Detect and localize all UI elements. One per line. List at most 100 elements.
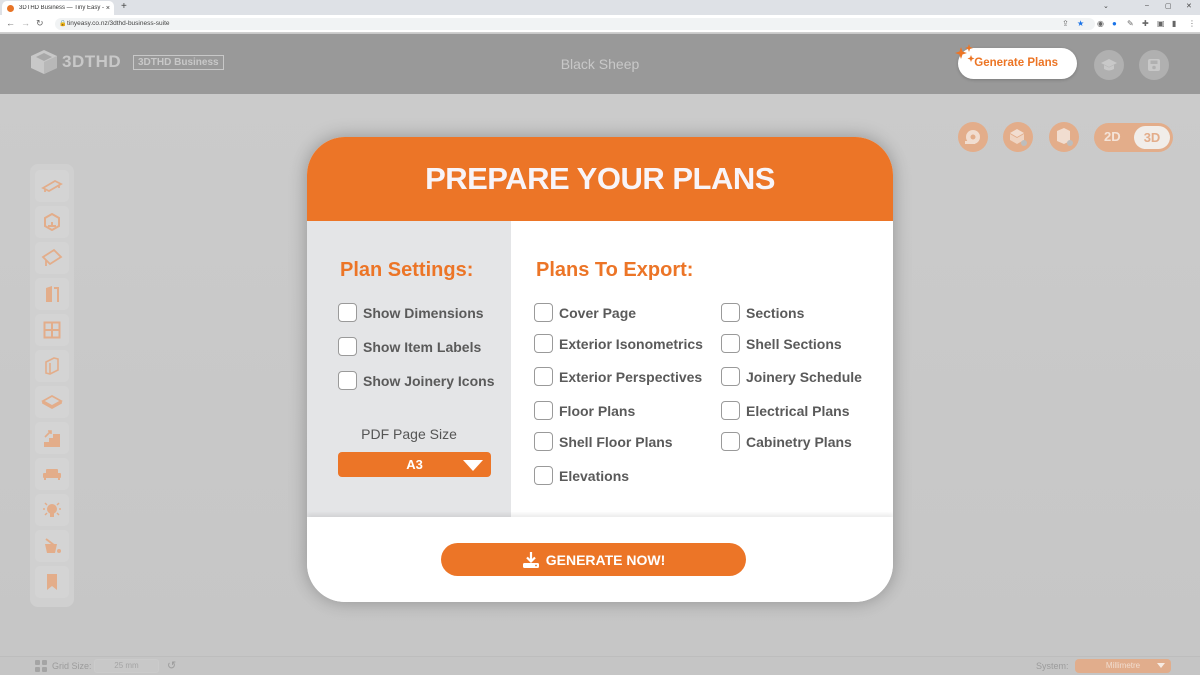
- new-tab-button[interactable]: +: [121, 1, 127, 12]
- checkbox[interactable]: [534, 367, 553, 386]
- graduation-cap-icon: [1101, 59, 1117, 71]
- checkbox[interactable]: [338, 337, 357, 356]
- cube-icon: [44, 213, 60, 231]
- checkbox[interactable]: [534, 334, 553, 353]
- sidebar-item-floor-platform[interactable]: [35, 170, 69, 202]
- grid-size-label: Grid Size:: [52, 661, 92, 671]
- room-view-icon: [1010, 129, 1027, 146]
- browser-menu-icon[interactable]: ⋮: [1188, 19, 1196, 28]
- option-show-joinery-icons[interactable]: Show Joinery Icons: [338, 371, 494, 390]
- save-icon: [1148, 59, 1160, 71]
- stairs-icon: [44, 430, 60, 447]
- profile-icon[interactable]: ▮: [1172, 19, 1176, 28]
- checkbox[interactable]: [534, 432, 553, 451]
- paint-bucket-icon: [45, 538, 61, 553]
- door-icon: [46, 286, 59, 302]
- checkbox[interactable]: [721, 401, 740, 420]
- sidebar-item-window[interactable]: [35, 314, 69, 346]
- close-window-button[interactable]: ✕: [1186, 2, 1192, 10]
- sparkle-icon: [955, 44, 975, 62]
- export-sections[interactable]: Sections: [721, 303, 804, 322]
- sidebar-item-floor-layer[interactable]: [35, 386, 69, 418]
- export-exterior-isonometrics[interactable]: Exterior Isonometrics: [534, 334, 703, 353]
- extension-blue-icon[interactable]: ●: [1112, 19, 1117, 28]
- option-label: Shell Sections: [746, 335, 842, 352]
- bookmark-icon: [47, 574, 57, 590]
- grid-size-input[interactable]: 25 mm: [94, 659, 159, 673]
- checkbox[interactable]: [338, 303, 357, 322]
- checkbox[interactable]: [534, 466, 553, 485]
- wall-panel-icon: [45, 357, 59, 375]
- save-button[interactable]: [1139, 50, 1169, 80]
- toggle-2d[interactable]: 2D: [1104, 129, 1121, 144]
- browser-tab[interactable]: 3DTHD Business — Tiny Easy - T ×: [2, 1, 114, 15]
- sidebar-item-lighting[interactable]: [35, 494, 69, 526]
- app-header: 3DTHD 3DTHD Business Black Sheep Generat…: [0, 34, 1200, 94]
- checkbox[interactable]: [534, 401, 553, 420]
- toggle-3d[interactable]: 3D: [1134, 126, 1170, 149]
- share-icon[interactable]: ⇪: [1062, 19, 1069, 28]
- view-mode-toggle[interactable]: 2D 3D: [1094, 123, 1173, 152]
- export-cover-page[interactable]: Cover Page: [534, 303, 636, 322]
- pdf-page-size-select[interactable]: A3: [338, 452, 491, 477]
- back-icon[interactable]: ←: [6, 18, 15, 28]
- unit-system-select[interactable]: Millimetre: [1075, 659, 1171, 673]
- sidebar-item-stairs[interactable]: [35, 422, 69, 454]
- camera-icon[interactable]: ◉: [1097, 19, 1104, 28]
- sidebar-item-wall-panel[interactable]: [35, 350, 69, 382]
- chevron-down-icon: [1157, 663, 1165, 668]
- checkbox[interactable]: [721, 334, 740, 353]
- sidebar-item-cube[interactable]: [35, 206, 69, 238]
- option-label: Cover Page: [559, 304, 637, 321]
- pdf-page-size-value: A3: [406, 457, 423, 472]
- room-view-button[interactable]: [1003, 122, 1033, 152]
- option-label: Show Item Labels: [363, 338, 482, 355]
- sidebar-item-paint[interactable]: [35, 530, 69, 562]
- status-footer: Grid Size: 25 mm ↺ System: Millimetre: [0, 656, 1200, 675]
- extensions-icon[interactable]: ✚: [1142, 19, 1149, 28]
- export-shell-sections[interactable]: Shell Sections: [721, 334, 842, 353]
- generate-plans-button[interactable]: Generate Plans: [955, 44, 1077, 79]
- checkbox[interactable]: [721, 303, 740, 322]
- reload-icon[interactable]: ↻: [36, 18, 44, 29]
- generate-now-button[interactable]: GENERATE NOW!: [441, 543, 746, 576]
- tutorial-button[interactable]: [1094, 50, 1124, 80]
- option-label: Floor Plans: [559, 402, 636, 419]
- bookmark-star-icon[interactable]: ★: [1077, 19, 1084, 28]
- option-label: Cabinetry Plans: [746, 433, 852, 450]
- export-electrical-plans[interactable]: Electrical Plans: [721, 401, 850, 420]
- sidebar-item-sofa[interactable]: [35, 458, 69, 490]
- system-label: System:: [1036, 661, 1069, 671]
- reset-icon[interactable]: ↺: [167, 659, 176, 672]
- checkbox[interactable]: [721, 432, 740, 451]
- option-label: Show Dimensions: [363, 304, 484, 321]
- tab-close-button[interactable]: ×: [106, 5, 110, 12]
- lock-icon: 🔒: [59, 21, 67, 27]
- forward-icon[interactable]: →: [21, 18, 30, 28]
- option-show-item-labels[interactable]: Show Item Labels: [338, 337, 481, 356]
- side-panel-icon[interactable]: ▣: [1157, 19, 1165, 28]
- url-input[interactable]: 🔒 tinyeasy.co.nz/3dthd-business-suite: [55, 18, 1095, 30]
- wall-view-button[interactable]: [1049, 122, 1079, 152]
- eyedropper-icon[interactable]: ✎: [1127, 19, 1134, 28]
- maximize-button[interactable]: ▢: [1165, 2, 1172, 10]
- sidebar-item-roof[interactable]: [35, 242, 69, 274]
- checkbox[interactable]: [338, 371, 357, 390]
- tool-sidebar: [30, 164, 74, 607]
- unit-system-value: Millimetre: [1105, 661, 1141, 670]
- minimize-button[interactable]: –: [1145, 2, 1149, 9]
- measure-button[interactable]: [958, 122, 988, 152]
- modal-title: PREPARE YOUR PLANS: [425, 161, 775, 196]
- checkbox[interactable]: [534, 303, 553, 322]
- export-cabinetry-plans[interactable]: Cabinetry Plans: [721, 432, 852, 451]
- export-elevations[interactable]: Elevations: [534, 466, 629, 485]
- sidebar-item-bookmark[interactable]: [35, 566, 69, 598]
- export-floor-plans[interactable]: Floor Plans: [534, 401, 635, 420]
- tab-search-button[interactable]: ⌄: [1103, 2, 1109, 10]
- export-shell-floor-plans[interactable]: Shell Floor Plans: [534, 432, 673, 451]
- export-joinery-schedule[interactable]: Joinery Schedule: [721, 367, 862, 386]
- export-exterior-perspectives[interactable]: Exterior Perspectives: [534, 367, 702, 386]
- option-show-dimensions[interactable]: Show Dimensions: [338, 303, 484, 322]
- checkbox[interactable]: [721, 367, 740, 386]
- sidebar-item-door[interactable]: [35, 278, 69, 310]
